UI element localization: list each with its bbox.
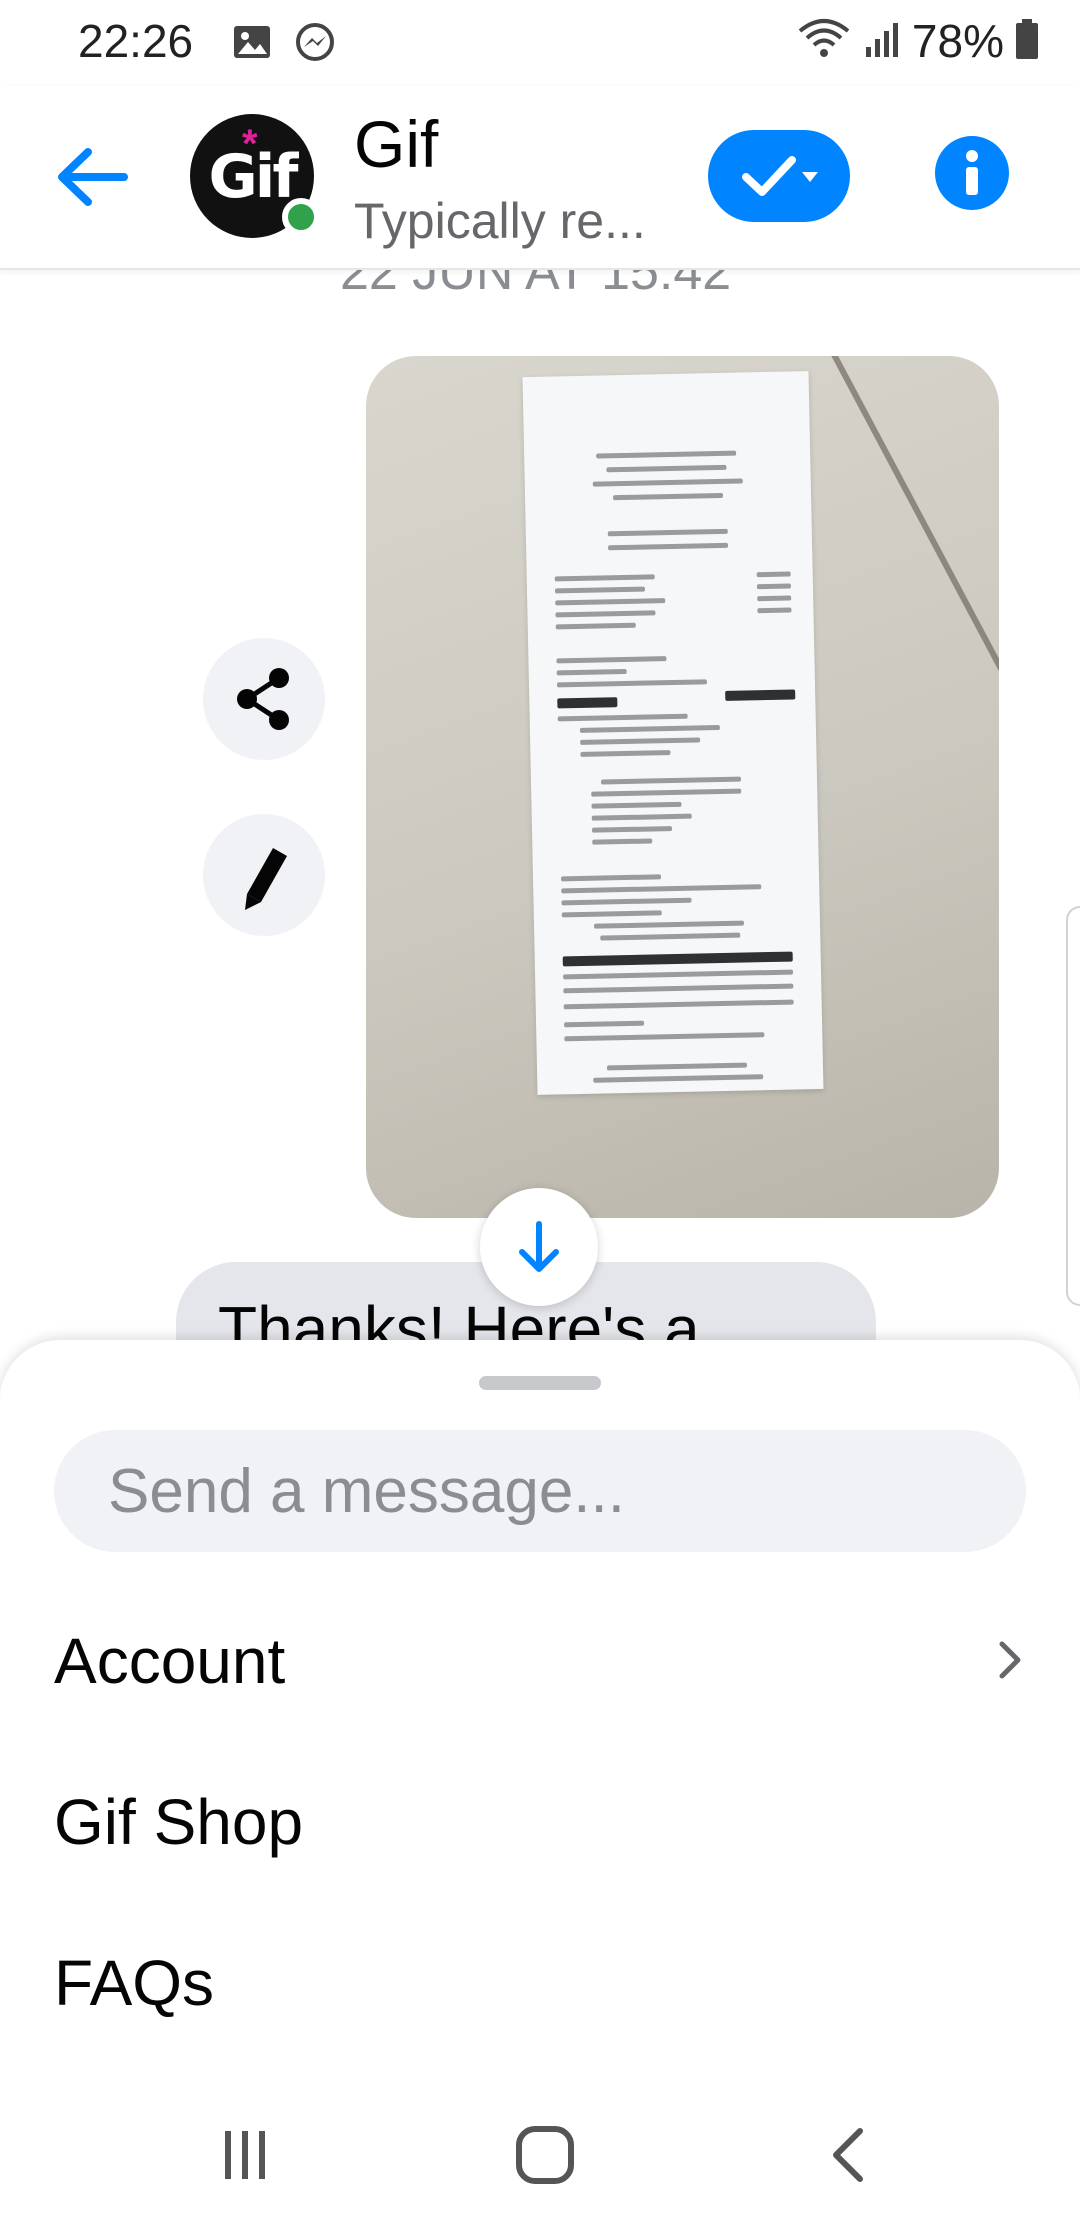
menu-item-gif-shop[interactable]: Gif Shop (0, 1745, 1080, 1895)
back-nav-button[interactable] (804, 2120, 894, 2190)
info-button[interactable] (935, 136, 1009, 210)
page-title[interactable]: Gif (354, 106, 438, 182)
edit-button[interactable] (203, 814, 325, 936)
menu-item-label: FAQs (54, 1947, 215, 2019)
message-input[interactable] (54, 1430, 1026, 1552)
battery-icon (1014, 17, 1040, 66)
mark-done-button[interactable] (708, 130, 850, 222)
share-button[interactable] (203, 638, 325, 760)
checkmark-dropdown-icon (742, 156, 818, 196)
receipt-photo-message[interactable] (366, 356, 999, 1218)
message-thread[interactable]: 22 JUN AT 15:42 Thanks! Here's a (0, 270, 1080, 1340)
online-status-dot (282, 198, 320, 236)
asterisk-icon: * (242, 122, 258, 166)
menu-item-faqs[interactable]: FAQs (0, 1906, 1080, 2056)
side-panel-handle[interactable] (1066, 906, 1080, 1306)
recent-apps-button[interactable] (200, 2120, 290, 2190)
arrow-left-icon (58, 148, 128, 206)
back-icon (833, 2128, 863, 2182)
menu-item-label: Account (54, 1625, 286, 1697)
response-time-subtitle: Typically re... (354, 193, 646, 249)
receipt-image (522, 371, 824, 1095)
system-nav-bar (0, 2080, 1080, 2220)
messenger-icon (294, 22, 336, 69)
arrow-down-icon (519, 1221, 559, 1272)
pencil-icon (245, 848, 287, 910)
wifi-icon (796, 17, 852, 66)
gallery-icon (232, 22, 272, 67)
menu-item-label: Gif Shop (54, 1786, 304, 1858)
share-icon (237, 668, 289, 730)
home-icon (516, 2126, 574, 2184)
drag-handle[interactable] (479, 1376, 601, 1390)
status-time: 22:26 (78, 15, 194, 67)
avatar[interactable]: Gif * (190, 114, 320, 238)
chat-header: Gif * Gif Typically re... (0, 86, 1080, 270)
date-separator: 22 JUN AT 15:42 (340, 270, 732, 301)
bottom-sheet: Account Gif Shop FAQs (0, 1340, 1080, 2080)
recent-apps-icon (225, 2131, 265, 2179)
home-button[interactable] (500, 2120, 590, 2190)
floor-crack (826, 356, 999, 912)
battery-percent: 78% (911, 15, 1004, 67)
back-button[interactable] (54, 144, 134, 210)
info-icon (966, 150, 978, 195)
signal-icon (862, 19, 902, 64)
chevron-right-icon (999, 1641, 1021, 1679)
status-bar: 22:26 78% (0, 0, 1080, 86)
menu-item-account[interactable]: Account (0, 1584, 1080, 1734)
scroll-to-bottom-button[interactable] (480, 1188, 598, 1306)
